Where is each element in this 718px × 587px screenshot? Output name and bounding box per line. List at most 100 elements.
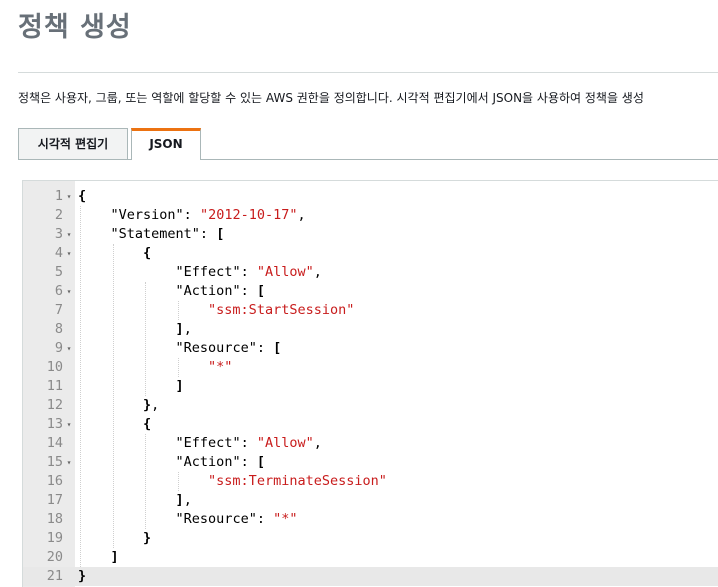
fold-triangle-down-icon[interactable]: ▾ [65, 453, 73, 472]
code-line[interactable]: 7 "ssm:StartSession" [23, 301, 718, 320]
code-text: "ssm:TerminateSession" [78, 472, 387, 491]
code-token: : [256, 511, 274, 527]
line-number: 13 [46, 416, 63, 432]
tab-visual-editor[interactable]: 시각적 편집기 [18, 128, 128, 159]
code-token: , [183, 492, 192, 508]
line-number: 3 [54, 226, 63, 242]
tab-json[interactable]: JSON [131, 128, 201, 160]
code-text: "Action": [ [78, 453, 265, 472]
indent-guide [145, 282, 147, 396]
code-token: { [143, 416, 152, 432]
code-token: , [313, 264, 322, 280]
code-token: "Resource" [175, 340, 257, 356]
code-line[interactable]: 21} [23, 567, 718, 586]
code-line[interactable]: 3 ▾ "Statement": [ [23, 225, 718, 244]
code-token: , [151, 397, 160, 413]
code-line[interactable]: 18 "Resource": "*" [23, 510, 718, 529]
code-token: { [78, 188, 87, 204]
code-line[interactable]: 2 "Version": "2012-10-17", [23, 206, 718, 225]
code-line[interactable]: 6 ▾ "Action": [ [23, 282, 718, 301]
line-number: 1 [54, 188, 63, 204]
line-number: 16 [46, 473, 63, 489]
fold-triangle-down-icon[interactable]: ▾ [65, 415, 73, 434]
code-token: "2012-10-17" [199, 207, 298, 223]
fold-triangle-down-icon[interactable]: ▾ [65, 339, 73, 358]
line-number: 18 [46, 511, 63, 527]
line-number: 6 [54, 283, 63, 299]
tabs-divider [18, 159, 718, 160]
code-line[interactable]: 11 ] [23, 377, 718, 396]
code-text: } [78, 529, 151, 548]
line-number: 15 [46, 454, 63, 470]
fold-triangle-down-icon[interactable]: ▾ [65, 187, 73, 206]
code-line[interactable]: 19 } [23, 529, 718, 548]
code-line[interactable]: 13 ▾ { [23, 415, 718, 434]
code-token: "Effect" [175, 435, 241, 451]
code-token: "Allow" [256, 435, 314, 451]
line-number: 8 [54, 321, 63, 337]
code-line[interactable]: 1 ▾ { [23, 187, 718, 206]
code-token: : [256, 340, 274, 356]
line-number: 9 [54, 340, 63, 356]
code-text: { [78, 415, 151, 434]
code-token: "Statement" [110, 226, 200, 242]
code-line[interactable]: 16 "ssm:TerminateSession" [23, 472, 718, 491]
code-token: } [78, 568, 87, 584]
code-token: "Action" [175, 283, 241, 299]
indent-guide [177, 358, 179, 377]
code-text: "ssm:StartSession" [78, 301, 354, 320]
code-token: [ [273, 340, 282, 356]
code-text: }, [78, 396, 159, 415]
code-text: ], [78, 320, 192, 339]
code-token: : [240, 454, 257, 470]
code-line[interactable]: 12 }, [23, 396, 718, 415]
line-number: 14 [46, 435, 63, 451]
code-line[interactable]: 4 ▾ { [23, 244, 718, 263]
code-text: "Effect": "Allow", [78, 434, 322, 453]
code-text: "Resource": [ [78, 339, 282, 358]
code-token: : [240, 264, 257, 280]
code-token: , [313, 435, 322, 451]
code-line[interactable]: 9 ▾ "Resource": [ [23, 339, 718, 358]
line-number: 17 [46, 492, 63, 508]
code-line[interactable]: 8 ], [23, 320, 718, 339]
code-token: ] [175, 378, 184, 394]
json-editor[interactable]: 1 ▾{2 "Version": "2012-10-17", 3 ▾ "Stateme… [22, 180, 718, 587]
code-token: "*" [208, 359, 233, 375]
code-token: , [297, 207, 306, 223]
code-line[interactable]: 5 "Effect": "Allow", [23, 263, 718, 282]
code-text: "Resource": "*" [78, 510, 298, 529]
line-number: 19 [46, 530, 63, 546]
indent-guide [112, 244, 114, 548]
code-line[interactable]: 10 "*" [23, 358, 718, 377]
code-token: : [240, 435, 257, 451]
code-token: ] [175, 492, 184, 508]
code-token: : [183, 207, 200, 223]
code-text: "Action": [ [78, 282, 265, 301]
code-line[interactable]: 15 ▾ "Action": [ [23, 453, 718, 472]
code-line[interactable]: 20 ] [23, 548, 718, 567]
indent-guide [177, 301, 179, 320]
fold-triangle-down-icon[interactable]: ▾ [65, 282, 73, 301]
code-line[interactable]: 14 "Effect": "Allow", [23, 434, 718, 453]
code-token: "ssm:StartSession" [208, 302, 355, 318]
code-line[interactable]: 17 ], [23, 491, 718, 510]
code-token: , [183, 321, 192, 337]
code-text: "*" [78, 358, 232, 377]
code-token: [ [256, 283, 265, 299]
code-token: [ [216, 226, 225, 242]
fold-triangle-down-icon[interactable]: ▾ [65, 225, 73, 244]
code-token: "ssm:TerminateSession" [208, 473, 387, 489]
code-token: ] [110, 549, 119, 565]
fold-triangle-down-icon[interactable]: ▾ [65, 244, 73, 263]
code-token: { [143, 245, 152, 261]
